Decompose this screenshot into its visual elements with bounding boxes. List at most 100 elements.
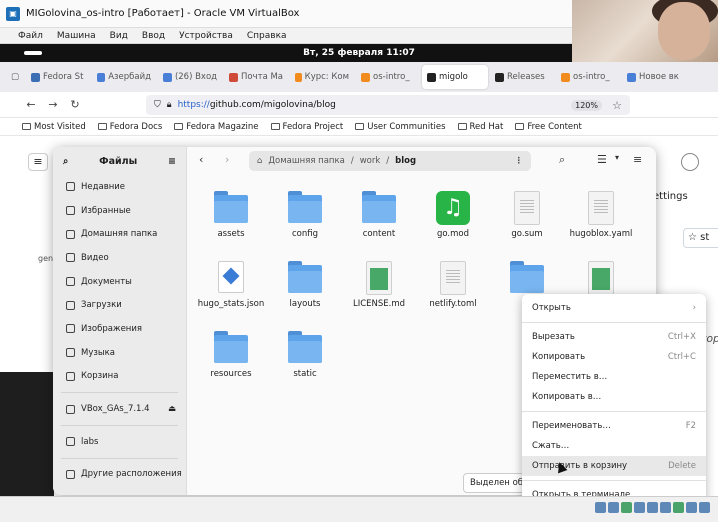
browser-tab[interactable]: migolo: [422, 65, 489, 89]
sidebar-item[interactable]: Недавние: [53, 175, 186, 199]
view-list-icon[interactable]: ☰: [597, 153, 607, 166]
url-text: https://github.com/migolovina/blog: [177, 100, 336, 110]
disk-icon[interactable]: [595, 502, 606, 513]
context-menu-item[interactable]: Вырезать Ctrl+X: [522, 327, 706, 347]
back-icon[interactable]: ‹: [199, 153, 203, 166]
file-item[interactable]: assets: [195, 191, 267, 239]
browser-tab[interactable]: Releases: [490, 65, 554, 89]
browser-tab[interactable]: Fedora St: [26, 65, 90, 89]
display-icon[interactable]: [660, 502, 671, 513]
mouse-integration-icon[interactable]: [686, 502, 697, 513]
browser-tab[interactable]: os-intro_: [556, 65, 620, 89]
sidebar-item[interactable]: Изображения: [53, 317, 186, 341]
sidebar-item[interactable]: Документы: [53, 270, 186, 294]
context-menu-item[interactable]: Переместить в…: [522, 367, 706, 387]
search-files-icon[interactable]: ⌕: [559, 153, 565, 167]
file-item[interactable]: ♫ go.mod: [417, 191, 489, 239]
bookmark-item[interactable]: Fedora Project: [270, 122, 343, 132]
sidebar-item[interactable]: VBox_GAs_7.1.4 ⏏: [53, 397, 186, 421]
network-icon[interactable]: [621, 502, 632, 513]
vbox-menu-item[interactable]: Машина: [57, 31, 96, 41]
sidebar-item[interactable]: Видео: [53, 246, 186, 270]
recording-icon[interactable]: [673, 502, 684, 513]
file-item[interactable]: resources: [195, 331, 267, 379]
search-icon[interactable]: ⌕: [63, 156, 68, 167]
file-item[interactable]: hugo_stats.json: [195, 261, 267, 309]
browser-tab-strip: ▢ Fedora St Азербайд (26) Вход Почта Ma Курс…: [0, 62, 718, 92]
json-file-icon: [214, 261, 248, 295]
browser-tab[interactable]: Почта Ma: [224, 65, 288, 89]
context-menu-item[interactable]: Копировать Ctrl+C: [522, 347, 706, 367]
vbox-menu-item[interactable]: Справка: [247, 31, 287, 41]
forward-icon[interactable]: ›: [225, 153, 229, 166]
keyboard-icon[interactable]: [699, 502, 710, 513]
file-item[interactable]: static: [269, 331, 341, 379]
file-name: resources: [210, 369, 252, 379]
hamburger-icon[interactable]: ≡: [168, 156, 176, 167]
usb-icon[interactable]: [634, 502, 645, 513]
sidebar-item[interactable]: Избранные: [53, 199, 186, 223]
bookmark-item[interactable]: Fedora Docs: [97, 122, 162, 132]
sidebar-item[interactable]: Домашняя папка: [53, 222, 186, 246]
path-work[interactable]: work: [360, 156, 381, 166]
tab-label: Азербайд: [108, 72, 152, 82]
github-settings-tab[interactable]: ettings: [653, 191, 688, 202]
file-item[interactable]: config: [269, 191, 341, 239]
path-bar[interactable]: ⌂ Домашняя папка / work / blog ⋮: [249, 151, 531, 171]
context-menu-item[interactable]: Открыть ›: [522, 298, 706, 318]
sidebar-item[interactable]: Корзина: [53, 365, 186, 389]
shared-folder-icon[interactable]: [647, 502, 658, 513]
context-menu-item[interactable]: Переименовать… F2: [522, 416, 706, 436]
file-item[interactable]: content: [343, 191, 415, 239]
vbox-menu-item[interactable]: Вид: [110, 31, 128, 41]
path-menu-icon[interactable]: ⋮: [515, 156, 524, 166]
browser-tab[interactable]: Курс: Ком: [290, 65, 354, 89]
sidebar-item[interactable]: Музыка: [53, 341, 186, 365]
bookmark-star-icon[interactable]: ☆: [612, 99, 622, 112]
context-menu-item[interactable]: Копировать в…: [522, 387, 706, 407]
file-item[interactable]: netlify.toml: [417, 261, 489, 309]
github-menu-icon[interactable]: ≡: [28, 153, 48, 171]
menu-item-shortcut: Delete: [668, 461, 696, 471]
bookmark-item[interactable]: Red Hat: [457, 122, 503, 132]
home-icon: [66, 229, 75, 239]
file-item[interactable]: layouts: [269, 261, 341, 309]
tab-overview-icon[interactable]: ▢: [6, 65, 24, 89]
tab-label: Курс: Ком: [304, 72, 350, 82]
browser-tab[interactable]: os-intro_: [356, 65, 420, 89]
bookmark-item[interactable]: User Communities: [355, 122, 446, 132]
browser-tab[interactable]: Новое вк: [622, 65, 686, 89]
files-menu-icon[interactable]: ≡: [633, 153, 642, 166]
bookmark-item[interactable]: Most Visited: [22, 122, 86, 132]
sidebar-item[interactable]: Загрузки: [53, 293, 186, 317]
github-icon: [495, 72, 505, 82]
context-menu-item[interactable]: Отправить в корзину Delete: [522, 456, 706, 476]
url-bar[interactable]: ⛉ 🔒︎ https://github.com/migolovina/blog …: [146, 95, 630, 115]
bookmark-item[interactable]: Free Content: [515, 122, 582, 132]
vbox-menu-item[interactable]: Устройства: [179, 31, 233, 41]
back-icon[interactable]: ←: [20, 98, 42, 111]
view-options-icon[interactable]: ▾: [615, 153, 619, 162]
vbox-menu-item[interactable]: Файл: [18, 31, 43, 41]
file-name: netlify.toml: [429, 299, 477, 309]
file-name: config: [291, 229, 318, 239]
eject-icon[interactable]: ⏏: [168, 404, 176, 414]
vbox-menu-item[interactable]: Ввод: [142, 31, 165, 41]
github-star-button[interactable]: ☆ st: [683, 228, 718, 248]
browser-tab[interactable]: Азербайд: [92, 65, 156, 89]
context-menu-item[interactable]: Сжать…: [522, 436, 706, 456]
zoom-badge[interactable]: 120%: [571, 99, 602, 111]
forward-icon[interactable]: →: [42, 98, 64, 111]
browser-tab[interactable]: (26) Вход: [158, 65, 222, 89]
github-copilot-icon[interactable]: [681, 153, 699, 171]
sidebar-item[interactable]: Другие расположения: [53, 463, 186, 487]
path-home[interactable]: Домашняя папка: [268, 156, 344, 166]
sidebar-item[interactable]: labs: [53, 430, 186, 454]
file-item[interactable]: LICENSE.md: [343, 261, 415, 309]
path-blog[interactable]: blog: [395, 156, 416, 166]
bookmark-item[interactable]: Fedora Magazine: [174, 122, 259, 132]
file-item[interactable]: hugoblox.yaml: [565, 191, 637, 239]
reload-icon[interactable]: ↻: [64, 98, 86, 111]
file-item[interactable]: go.sum: [491, 191, 563, 239]
optical-icon[interactable]: [608, 502, 619, 513]
